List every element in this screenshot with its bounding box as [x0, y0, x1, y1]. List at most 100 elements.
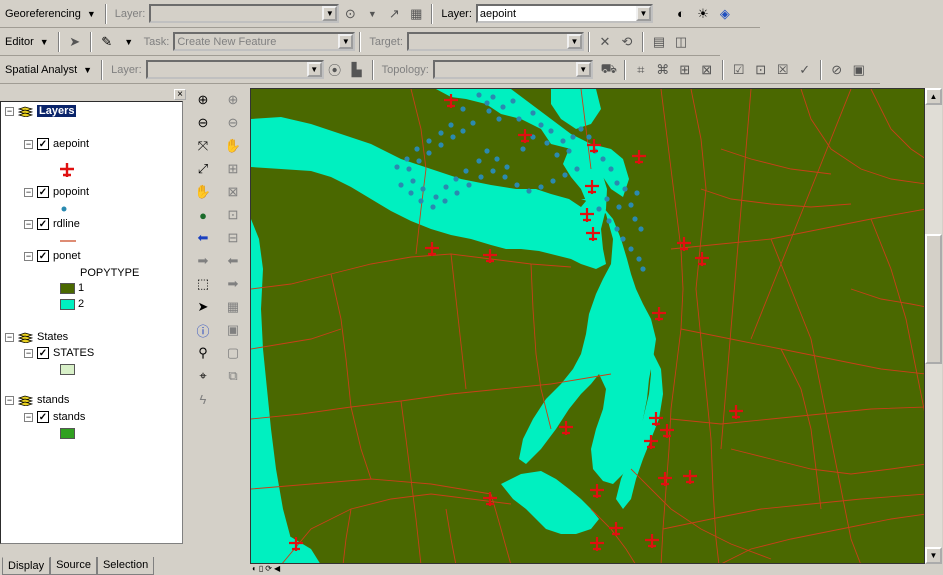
layer-group-name[interactable]: States	[37, 331, 68, 343]
chevron-down-icon[interactable]: ▼	[567, 34, 582, 49]
layer-name[interactable]: popoint	[53, 186, 89, 198]
select-elements-icon[interactable]: ➤	[192, 296, 214, 318]
attributes-icon[interactable]: ▤	[649, 32, 669, 52]
tab-display[interactable]: Display	[2, 557, 51, 575]
visibility-checkbox[interactable]: ✓	[37, 138, 49, 150]
sa-layer-combo[interactable]: ▼	[145, 60, 324, 79]
chevron-down-icon[interactable]: ▼	[306, 62, 322, 77]
chevron-down-icon[interactable]: ▼	[575, 62, 591, 77]
next-page-icon[interactable]: ➡	[222, 273, 244, 295]
effects-layer-combo[interactable]: aepoint ▼	[475, 4, 653, 23]
topology-properties-icon[interactable]: ▣	[849, 60, 869, 80]
rotate-icon[interactable]: ⊙	[340, 4, 360, 24]
map-vertical-scrollbar[interactable]: ▲ ▼	[925, 88, 942, 564]
histogram-icon[interactable]: ▙	[347, 60, 367, 80]
tab-selection[interactable]: Selection	[96, 557, 155, 575]
sketch-tool-icon[interactable]: ✎	[97, 32, 117, 52]
rotate-tool-icon[interactable]: ⟲	[617, 32, 637, 52]
contrast-icon[interactable]: ◐	[671, 4, 691, 24]
scroll-left-icon[interactable]: ◀	[274, 564, 280, 574]
toc-layer-rdline[interactable]: − ✓ rdline	[24, 216, 80, 232]
transparency-icon[interactable]: ◈	[715, 4, 735, 24]
layer-group-name[interactable]: stands	[37, 394, 69, 406]
toc-layer-aepoint[interactable]: − ✓ aepoint	[24, 136, 89, 152]
scroll-thumb[interactable]	[925, 234, 942, 364]
layer-name[interactable]: aepoint	[53, 138, 89, 150]
visibility-checkbox[interactable]: ✓	[37, 250, 49, 262]
layer-name[interactable]: ponet	[53, 250, 81, 262]
forward-extent-icon[interactable]: ➡	[192, 250, 214, 272]
zoom-in-icon[interactable]: ⊕	[192, 89, 214, 111]
dropdown-arrow-icon[interactable]: ▼	[119, 32, 139, 52]
split-tool-icon[interactable]: ✕	[595, 32, 615, 52]
fixed-zoom-page-icon[interactable]: ⊡	[222, 204, 244, 226]
map-display[interactable]	[250, 88, 925, 564]
chevron-down-icon[interactable]: ▼	[635, 6, 651, 21]
fixed-zoom-in-icon[interactable]: ⤧	[192, 135, 214, 157]
spatial-analyst-menu[interactable]: Spatial Analyst ▼	[0, 62, 97, 78]
back-extent-icon[interactable]: ⬅	[192, 227, 214, 249]
toc-layer-stands[interactable]: − ✓ stands	[24, 409, 85, 425]
zoom-100-icon[interactable]: ⊠	[222, 181, 244, 203]
collapse-icon[interactable]: −	[5, 332, 14, 342]
toc-layer-popoint[interactable]: − ✓ popoint	[24, 184, 89, 200]
validate-extent-icon[interactable]: ☑	[729, 60, 749, 80]
hyperlink-icon[interactable]: ϟ	[192, 388, 214, 410]
collapse-icon[interactable]: −	[24, 219, 33, 229]
toc-root[interactable]: − Layers	[5, 103, 77, 119]
topology-edit-icon[interactable]: ⌗	[631, 60, 651, 80]
georeferencing-menu[interactable]: Georeferencing ▼	[0, 6, 101, 22]
select-features-icon[interactable]: ⬚	[192, 273, 214, 295]
contour-icon[interactable]: ⦿	[325, 60, 345, 80]
toggle-draft-icon[interactable]: ▣	[222, 319, 244, 341]
collapse-icon[interactable]: −	[5, 106, 14, 116]
brightness-icon[interactable]: ☀	[693, 4, 713, 24]
close-icon[interactable]: ×	[174, 89, 186, 100]
layer-name[interactable]: rdline	[53, 218, 80, 230]
data-view-icon[interactable]: ◐	[252, 564, 257, 574]
visibility-checkbox[interactable]: ✓	[37, 186, 49, 198]
map-topology-icon[interactable]: ⛟	[599, 60, 619, 80]
modify-edge-icon[interactable]: ⊠	[697, 60, 717, 80]
identify-icon[interactable]: ⓘ	[192, 319, 214, 341]
editor-menu[interactable]: Editor ▼	[0, 34, 54, 50]
dropdown-arrow-icon[interactable]: ▼	[362, 4, 382, 24]
show-shared-icon[interactable]: ⌘	[653, 60, 673, 80]
map-canvas[interactable]	[251, 89, 925, 564]
chevron-down-icon[interactable]: ▼	[322, 6, 338, 21]
collapse-icon[interactable]: −	[5, 395, 14, 405]
tab-source[interactable]: Source	[50, 557, 97, 575]
validate-all-icon[interactable]: ☒	[773, 60, 793, 80]
change-layout-icon[interactable]: ⧉	[222, 365, 244, 387]
toc-group-states[interactable]: − States	[5, 329, 68, 345]
target-combo[interactable]: ▼	[407, 32, 584, 51]
error-inspector-icon[interactable]: ⊘	[827, 60, 847, 80]
fix-error-icon[interactable]: ✓	[795, 60, 815, 80]
layer-name[interactable]: STATES	[53, 347, 94, 359]
collapse-icon[interactable]: −	[24, 251, 33, 261]
focus-data-frame-icon[interactable]: ▢	[222, 342, 244, 364]
collapse-icon[interactable]: −	[24, 348, 33, 358]
zoom-out-icon[interactable]: ⊖	[192, 112, 214, 134]
page-width-icon[interactable]: ⊟	[222, 227, 244, 249]
visibility-checkbox[interactable]: ✓	[37, 218, 49, 230]
task-combo[interactable]: Create New Feature ▼	[173, 32, 356, 51]
fixed-zoom-out-icon[interactable]: ⤢	[192, 158, 214, 180]
edit-tool-icon[interactable]: ➤	[65, 32, 85, 52]
visibility-checkbox[interactable]: ✓	[37, 347, 49, 359]
zoom-whole-page-icon[interactable]: ⊞	[222, 158, 244, 180]
find-icon[interactable]: ⚲	[192, 342, 214, 364]
layout-pan-icon[interactable]: ✋	[222, 135, 244, 157]
scroll-down-icon[interactable]: ▼	[925, 547, 942, 564]
toc-root-label[interactable]: Layers	[37, 105, 77, 117]
layout-grid-icon[interactable]: ▦	[222, 296, 244, 318]
previous-page-icon[interactable]: ⬅	[222, 250, 244, 272]
scroll-up-icon[interactable]: ▲	[925, 88, 942, 105]
measure-icon[interactable]: ⌖	[192, 365, 214, 387]
georef-layer-combo[interactable]: ▼	[149, 4, 340, 23]
collapse-icon[interactable]: −	[24, 139, 33, 149]
add-control-points-icon[interactable]: ↗	[384, 4, 404, 24]
toc-group-stands[interactable]: − stands	[5, 392, 69, 408]
visibility-checkbox[interactable]: ✓	[37, 411, 49, 423]
collapse-icon[interactable]: −	[24, 187, 33, 197]
